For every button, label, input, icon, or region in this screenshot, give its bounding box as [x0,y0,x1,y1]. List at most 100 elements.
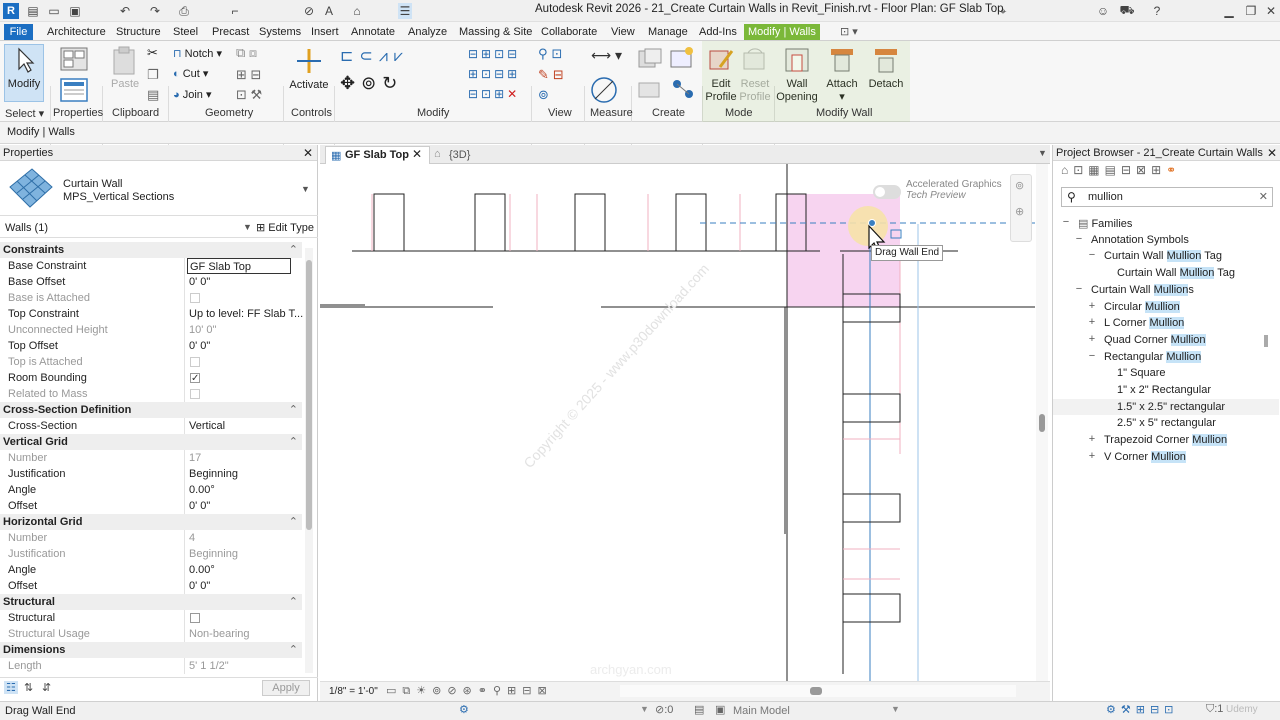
property-group[interactable]: Constraints ⌃ [0,242,302,258]
tab-architecture[interactable]: Architecture [43,24,110,40]
selection-filter-icons[interactable]: ⚙⚒⊞⊟⊡ [1106,703,1178,716]
create-assembly-icon[interactable] [637,47,663,71]
close-tab-icon[interactable]: ✕ [412,147,422,161]
property-value[interactable]: 0.00° [189,482,215,498]
open-icon[interactable]: ▤ [26,3,40,19]
tree-item[interactable]: + Trapezoid Corner Mullion [1053,432,1279,448]
model-dropdown-icon[interactable]: ▼ [891,704,900,714]
filter-dropdown-icon[interactable]: ▼ [243,222,252,232]
property-value[interactable]: GF Slab Top [187,258,291,274]
close-browser-icon[interactable]: ✕ [1267,145,1277,161]
view-control-icons[interactable]: ▭⧉☀⊚⊘⊛⚭⚲⊞⊟⊠ [386,684,553,698]
drawing-area[interactable]: Copyright © 2025 - www.p30download.com D… [320,164,1050,684]
browser-scrollbar[interactable] [1264,335,1268,347]
undo-icon[interactable]: ↶ [118,3,132,19]
ribbon-options-icon[interactable]: ⊡ ▾ [836,24,862,40]
join-button[interactable]: ◕ Join ▾ [173,88,211,101]
property-group[interactable]: Vertical Grid ⌃ [0,434,302,450]
tab-file[interactable]: File [4,24,33,40]
tab-menu-icon[interactable]: ▼ [1038,148,1047,158]
split-face-icon[interactable]: ⊞ ⊟ [236,67,261,83]
clear-search-icon[interactable]: ✕ [1259,190,1268,203]
tree-item[interactable]: + Circular Mullion [1053,299,1279,315]
zoom-icon[interactable]: ⊕ [1015,205,1024,218]
tree-item[interactable]: + V Corner Mullion [1053,449,1279,465]
revit-logo-icon[interactable]: R [3,3,19,19]
copy-icon[interactable]: ❐ [147,67,159,83]
model-icon[interactable]: ▤ [694,703,704,716]
property-checkbox[interactable] [190,613,200,623]
property-group[interactable]: Cross-Section Definition ⌃ [0,402,302,418]
scale-tools-icon[interactable]: ⊞⊡⊟⊞ [468,67,520,81]
property-value[interactable]: 0.00° [189,562,215,578]
expand-icon[interactable]: + [1087,333,1097,345]
tree-item[interactable]: − Rectangular Mullion [1053,349,1279,365]
binoculars-icon[interactable]: ⌖ [996,3,1010,19]
property-value[interactable]: 0' 0" [189,274,210,290]
sort-desc-icon[interactable]: ⇵ [42,681,51,694]
create-similar-icon[interactable] [670,77,696,101]
create-parts-icon[interactable] [637,77,663,101]
wall-end-grip[interactable] [868,219,876,227]
cart-icon[interactable]: ⛟ [1119,3,1134,19]
view-tools-icon[interactable]: ⚲⊡ [538,46,566,62]
worksharing-icon[interactable]: ⚙ [459,703,469,716]
vscroll-thumb[interactable] [1039,414,1045,432]
tree-item[interactable]: − ▤ Families [1053,215,1279,231]
home-icon[interactable]: ⌂ [350,3,364,19]
thin-lines-icon[interactable]: ☰ [398,3,412,19]
expand-icon[interactable]: + [1087,450,1097,462]
property-checkbox[interactable] [190,371,200,387]
cut-icon[interactable]: ✂ [147,45,158,61]
tab-manage[interactable]: Manage [644,24,692,40]
measure-between-icon[interactable] [589,75,619,105]
filter-icon[interactable]: ⛉:1 [1206,703,1223,716]
tab-annotate[interactable]: Annotate [347,24,399,40]
sort-icon[interactable]: ☷ [4,681,18,694]
tab-precast[interactable]: Precast [208,24,253,40]
tree-item[interactable]: + Quad Corner Mullion [1053,332,1279,348]
browser-search[interactable]: ⚲ mullion ✕ [1061,187,1273,207]
expand-icon[interactable]: + [1087,433,1097,445]
minimize-icon[interactable]: ▁ [1222,3,1236,19]
search-input[interactable]: mullion [1088,191,1123,203]
property-group[interactable]: Structural ⌃ [0,594,302,610]
restore-icon[interactable]: ❐ [1244,3,1258,19]
browser-toolbar-icons[interactable]: ⌂⊡▦▤⊟⊠⊞⚭ [1061,163,1181,177]
modify-button[interactable]: Modify [4,44,44,102]
collapse-icon[interactable]: ⌃ [289,402,298,418]
activate-button[interactable]: Activate [289,46,329,92]
align-tool-icon[interactable]: ⊏⊂⩘⩗ [340,46,409,66]
tab-systems[interactable]: Systems [255,24,305,40]
hscroll-thumb[interactable] [810,687,822,695]
tree-item[interactable]: 1.5" x 2.5" rectangular [1053,398,1279,415]
notch-button[interactable]: ⊓ Notch ▾ [173,47,222,60]
paste-icon[interactable] [111,46,137,76]
expand-icon[interactable]: + [1087,316,1097,328]
property-value[interactable]: 0' 0" [189,498,210,514]
instance-filter[interactable]: Walls (1) [5,222,48,234]
array-tools-icon[interactable]: ⊟⊞⊡⊟ [468,47,520,61]
pin-tools-icon[interactable]: ⊟⊡⊞✕ [468,87,520,101]
vertical-scrollbar[interactable] [1036,164,1048,684]
property-value[interactable]: Up to level: FF Slab T... [189,306,303,322]
collapse-icon[interactable]: ⌃ [289,514,298,530]
geometry-tool-icon[interactable]: ⧉ ⧈ [236,45,257,61]
navigation-bar[interactable]: ⊚ ⊕ [1010,174,1032,242]
accel-graphics-toggle[interactable] [873,185,901,199]
collapse-icon[interactable]: − [1074,233,1084,245]
view-scale[interactable]: 1/8" = 1'-0" [329,686,378,697]
override-icon[interactable]: ✎⊟ [538,67,568,83]
property-group[interactable]: Dimensions ⌃ [0,642,302,658]
scrollbar-thumb[interactable] [306,260,312,530]
folder-icon[interactable]: ▭ [47,3,61,19]
property-value[interactable]: 0' 0" [189,578,210,594]
apply-button[interactable]: Apply [262,680,310,696]
tab-analyze[interactable]: Analyze [404,24,451,40]
type-properties-icon[interactable] [59,46,89,72]
edit-type-button[interactable]: ⊞ Edit Type [256,221,314,234]
measure-dimension-icon[interactable]: ⟷ ▾ [591,47,622,64]
print-icon[interactable]: ⎙ [177,3,191,19]
tree-item[interactable]: 2.5" x 5" rectangular [1053,415,1279,431]
panel-select[interactable]: Select ▾ [5,107,44,120]
